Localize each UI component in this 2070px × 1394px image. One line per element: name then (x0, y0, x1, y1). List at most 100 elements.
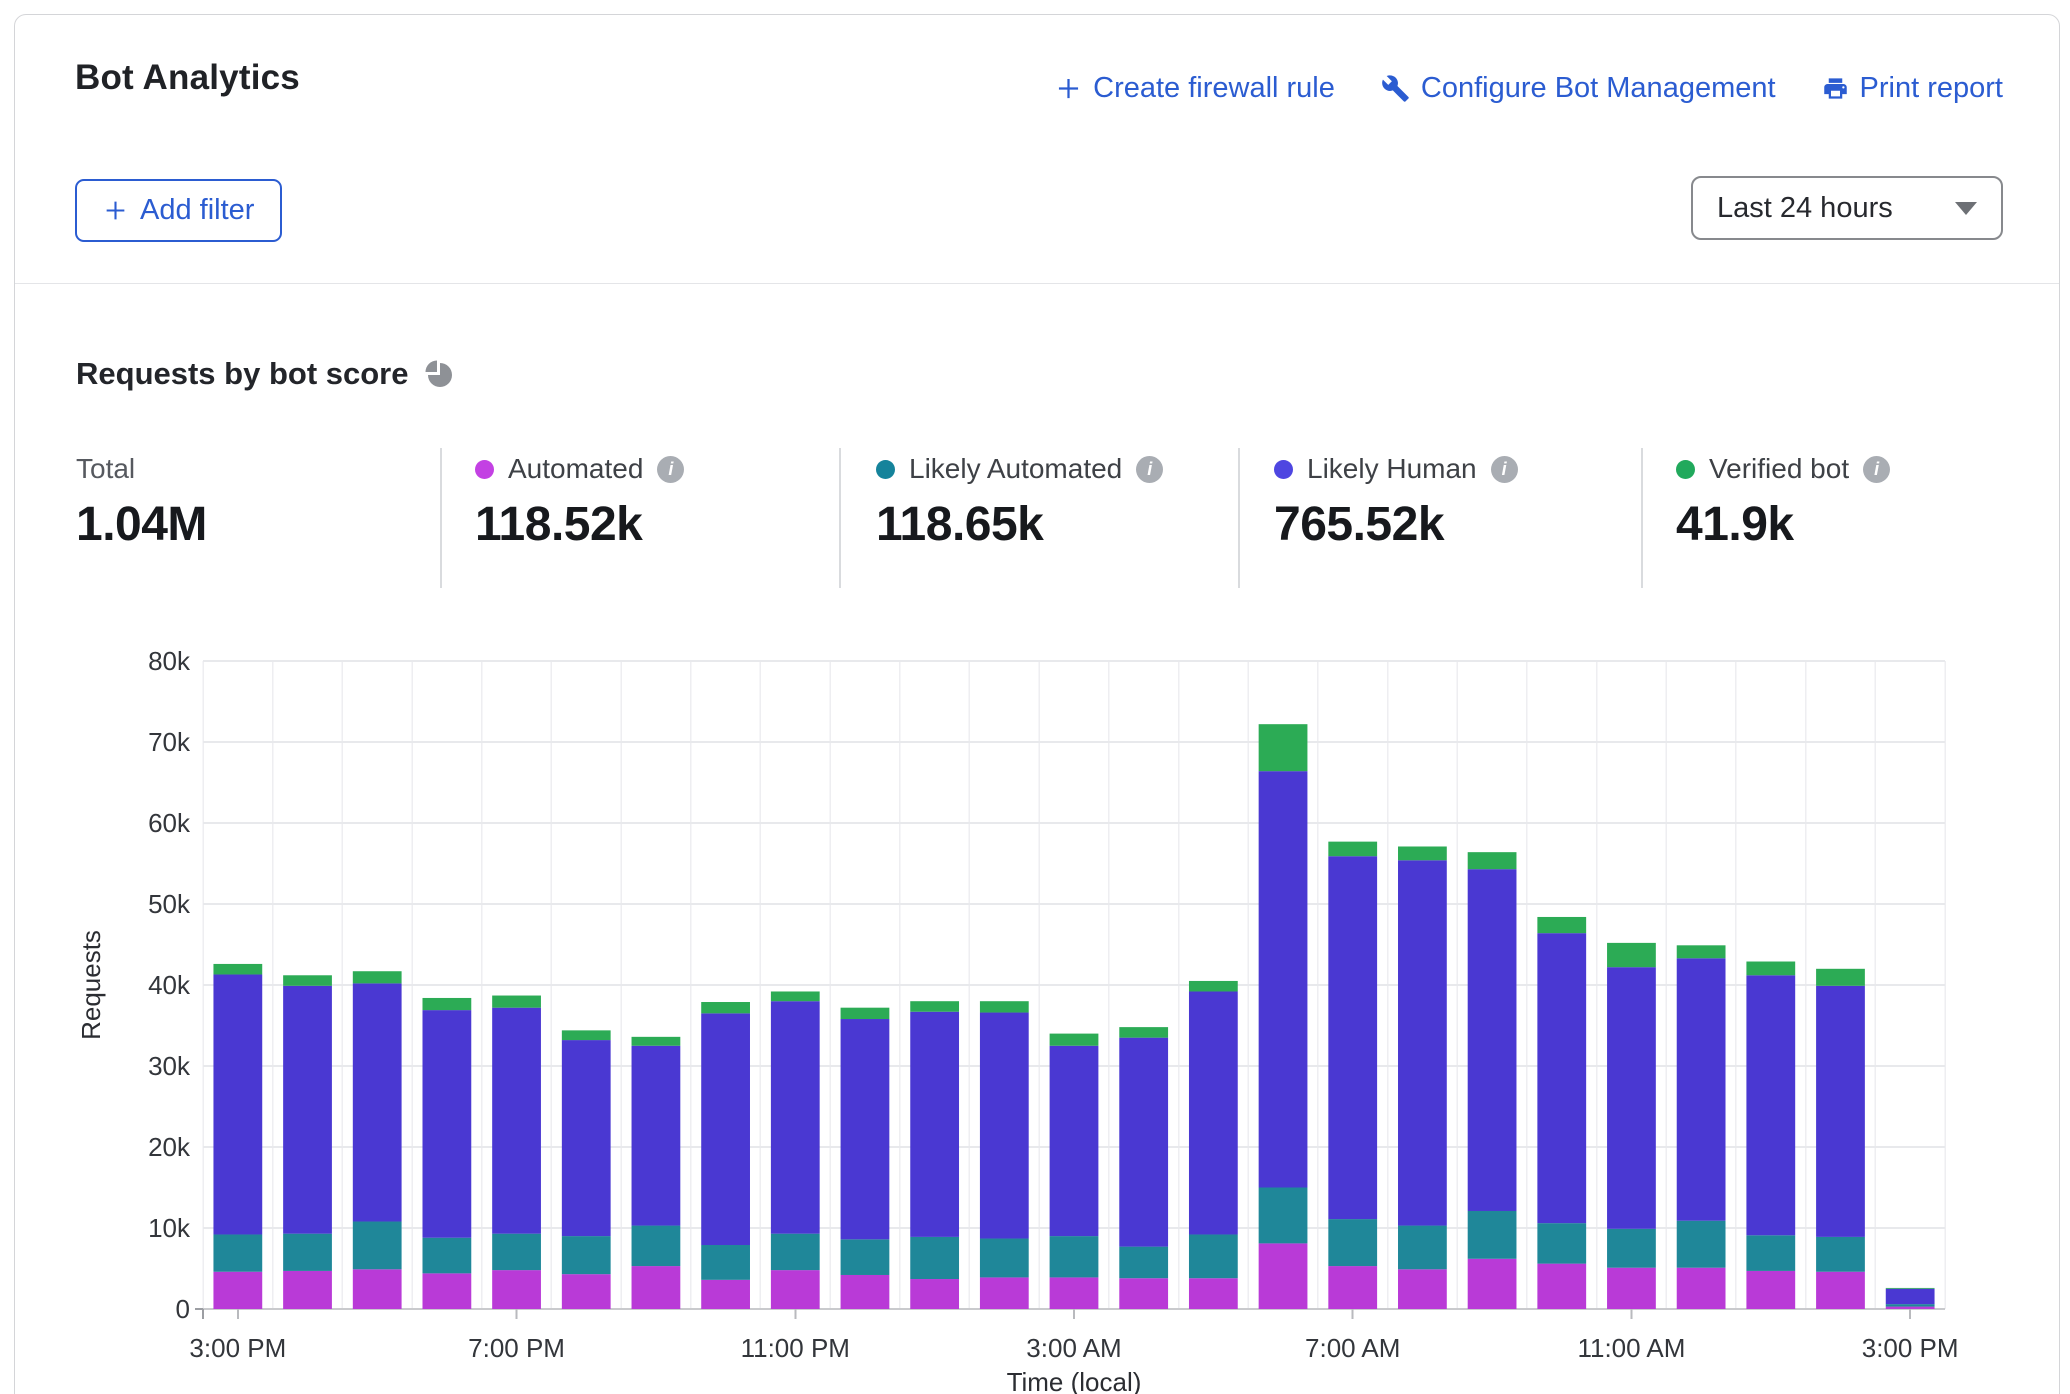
bar-segment[interactable] (1746, 1235, 1795, 1271)
bar-segment[interactable] (1677, 1221, 1726, 1268)
bar-segment[interactable] (1746, 975, 1795, 1235)
bar-segment[interactable] (1886, 1288, 1935, 1289)
bar-segment[interactable] (1259, 724, 1308, 771)
bar-segment[interactable] (1328, 856, 1377, 1219)
info-icon[interactable]: i (657, 456, 684, 483)
bar-segment[interactable] (1537, 933, 1586, 1223)
bar-segment[interactable] (1607, 943, 1656, 967)
bar-segment[interactable] (283, 1271, 332, 1309)
bar-segment[interactable] (771, 1234, 820, 1270)
bar-segment[interactable] (701, 1245, 750, 1280)
bar-segment[interactable] (1746, 962, 1795, 976)
add-filter-button[interactable]: Add filter (75, 179, 282, 242)
bar-segment[interactable] (1537, 1264, 1586, 1309)
bar-segment[interactable] (353, 1269, 402, 1309)
bar-segment[interactable] (841, 1239, 890, 1275)
bar-segment[interactable] (1816, 1237, 1865, 1272)
bar-segment[interactable] (1677, 945, 1726, 958)
bar-segment[interactable] (1468, 852, 1517, 869)
bar-segment[interactable] (1119, 1278, 1168, 1309)
bar-segment[interactable] (1189, 981, 1238, 992)
bar-segment[interactable] (1468, 869, 1517, 1211)
bar-segment[interactable] (1607, 1229, 1656, 1268)
bar-segment[interactable] (1746, 1271, 1795, 1309)
bar-segment[interactable] (910, 1001, 959, 1012)
info-icon[interactable]: i (1136, 456, 1163, 483)
configure-bot-management-link[interactable]: Configure Bot Management (1381, 72, 1776, 105)
bar-segment[interactable] (1189, 1234, 1238, 1278)
bar-segment[interactable] (422, 1010, 471, 1238)
bar-segment[interactable] (771, 1270, 820, 1309)
bar-segment[interactable] (353, 983, 402, 1221)
bar-segment[interactable] (492, 1008, 541, 1234)
bar-segment[interactable] (1050, 1277, 1099, 1309)
create-firewall-rule-link[interactable]: Create firewall rule (1055, 72, 1335, 105)
bar-segment[interactable] (1886, 1307, 1935, 1309)
bar-segment[interactable] (562, 1040, 611, 1236)
bar-segment[interactable] (422, 1238, 471, 1274)
bar-segment[interactable] (213, 974, 262, 1234)
bar-segment[interactable] (1119, 1038, 1168, 1247)
bar-segment[interactable] (701, 1280, 750, 1309)
bar-segment[interactable] (213, 1234, 262, 1271)
bar-segment[interactable] (1816, 969, 1865, 986)
bar-segment[interactable] (771, 991, 820, 1001)
bar-segment[interactable] (1189, 1278, 1238, 1309)
bot-score-chart[interactable]: 010k20k30k40k50k60k70k80k3:00 PM7:00 PM1… (0, 630, 2070, 1394)
bar-segment[interactable] (562, 1274, 611, 1309)
bar-segment[interactable] (910, 1279, 959, 1309)
bar-segment[interactable] (1328, 1219, 1377, 1266)
bar-segment[interactable] (632, 1226, 681, 1267)
bar-segment[interactable] (492, 1270, 541, 1309)
bar-segment[interactable] (1328, 842, 1377, 857)
bar-segment[interactable] (1886, 1304, 1935, 1306)
bar-segment[interactable] (1398, 846, 1447, 860)
bar-segment[interactable] (1677, 958, 1726, 1220)
bar-segment[interactable] (980, 1001, 1029, 1012)
bar-segment[interactable] (1328, 1266, 1377, 1309)
bar-segment[interactable] (1259, 1188, 1308, 1244)
bar-segment[interactable] (353, 1222, 402, 1270)
bar-segment[interactable] (1816, 986, 1865, 1237)
bar-segment[interactable] (841, 1019, 890, 1239)
bar-segment[interactable] (1259, 771, 1308, 1187)
bar-segment[interactable] (1050, 1236, 1099, 1277)
info-icon[interactable]: i (1491, 456, 1518, 483)
bar-segment[interactable] (1050, 1046, 1099, 1236)
bar-segment[interactable] (701, 1013, 750, 1245)
bar-segment[interactable] (1259, 1243, 1308, 1309)
bar-segment[interactable] (1398, 1269, 1447, 1309)
bar-segment[interactable] (632, 1037, 681, 1046)
print-report-link[interactable]: Print report (1822, 72, 2003, 105)
bar-segment[interactable] (1398, 1226, 1447, 1270)
bar-segment[interactable] (841, 1275, 890, 1309)
bar-segment[interactable] (283, 986, 332, 1234)
bar-segment[interactable] (492, 1234, 541, 1270)
bar-segment[interactable] (422, 998, 471, 1010)
bar-segment[interactable] (213, 1272, 262, 1309)
bar-segment[interactable] (1119, 1027, 1168, 1038)
bar-segment[interactable] (1537, 1223, 1586, 1264)
bar-segment[interactable] (1189, 991, 1238, 1234)
bar-segment[interactable] (492, 996, 541, 1008)
bar-segment[interactable] (632, 1266, 681, 1309)
bar-segment[interactable] (1398, 860, 1447, 1225)
bar-segment[interactable] (980, 1277, 1029, 1309)
bar-segment[interactable] (562, 1030, 611, 1040)
bar-segment[interactable] (980, 1239, 1029, 1278)
bar-segment[interactable] (1816, 1272, 1865, 1309)
bar-segment[interactable] (562, 1236, 611, 1274)
bar-segment[interactable] (632, 1046, 681, 1226)
bar-segment[interactable] (1537, 917, 1586, 933)
bar-segment[interactable] (353, 971, 402, 983)
bar-segment[interactable] (980, 1013, 1029, 1239)
bar-segment[interactable] (1050, 1034, 1099, 1046)
time-range-select[interactable]: Last 24 hours (1691, 176, 2003, 240)
bar-segment[interactable] (283, 975, 332, 986)
bar-segment[interactable] (771, 1001, 820, 1233)
bar-segment[interactable] (841, 1008, 890, 1019)
bar-segment[interactable] (1607, 967, 1656, 1229)
bar-segment[interactable] (1607, 1268, 1656, 1309)
bar-segment[interactable] (1119, 1247, 1168, 1279)
bar-segment[interactable] (422, 1273, 471, 1309)
